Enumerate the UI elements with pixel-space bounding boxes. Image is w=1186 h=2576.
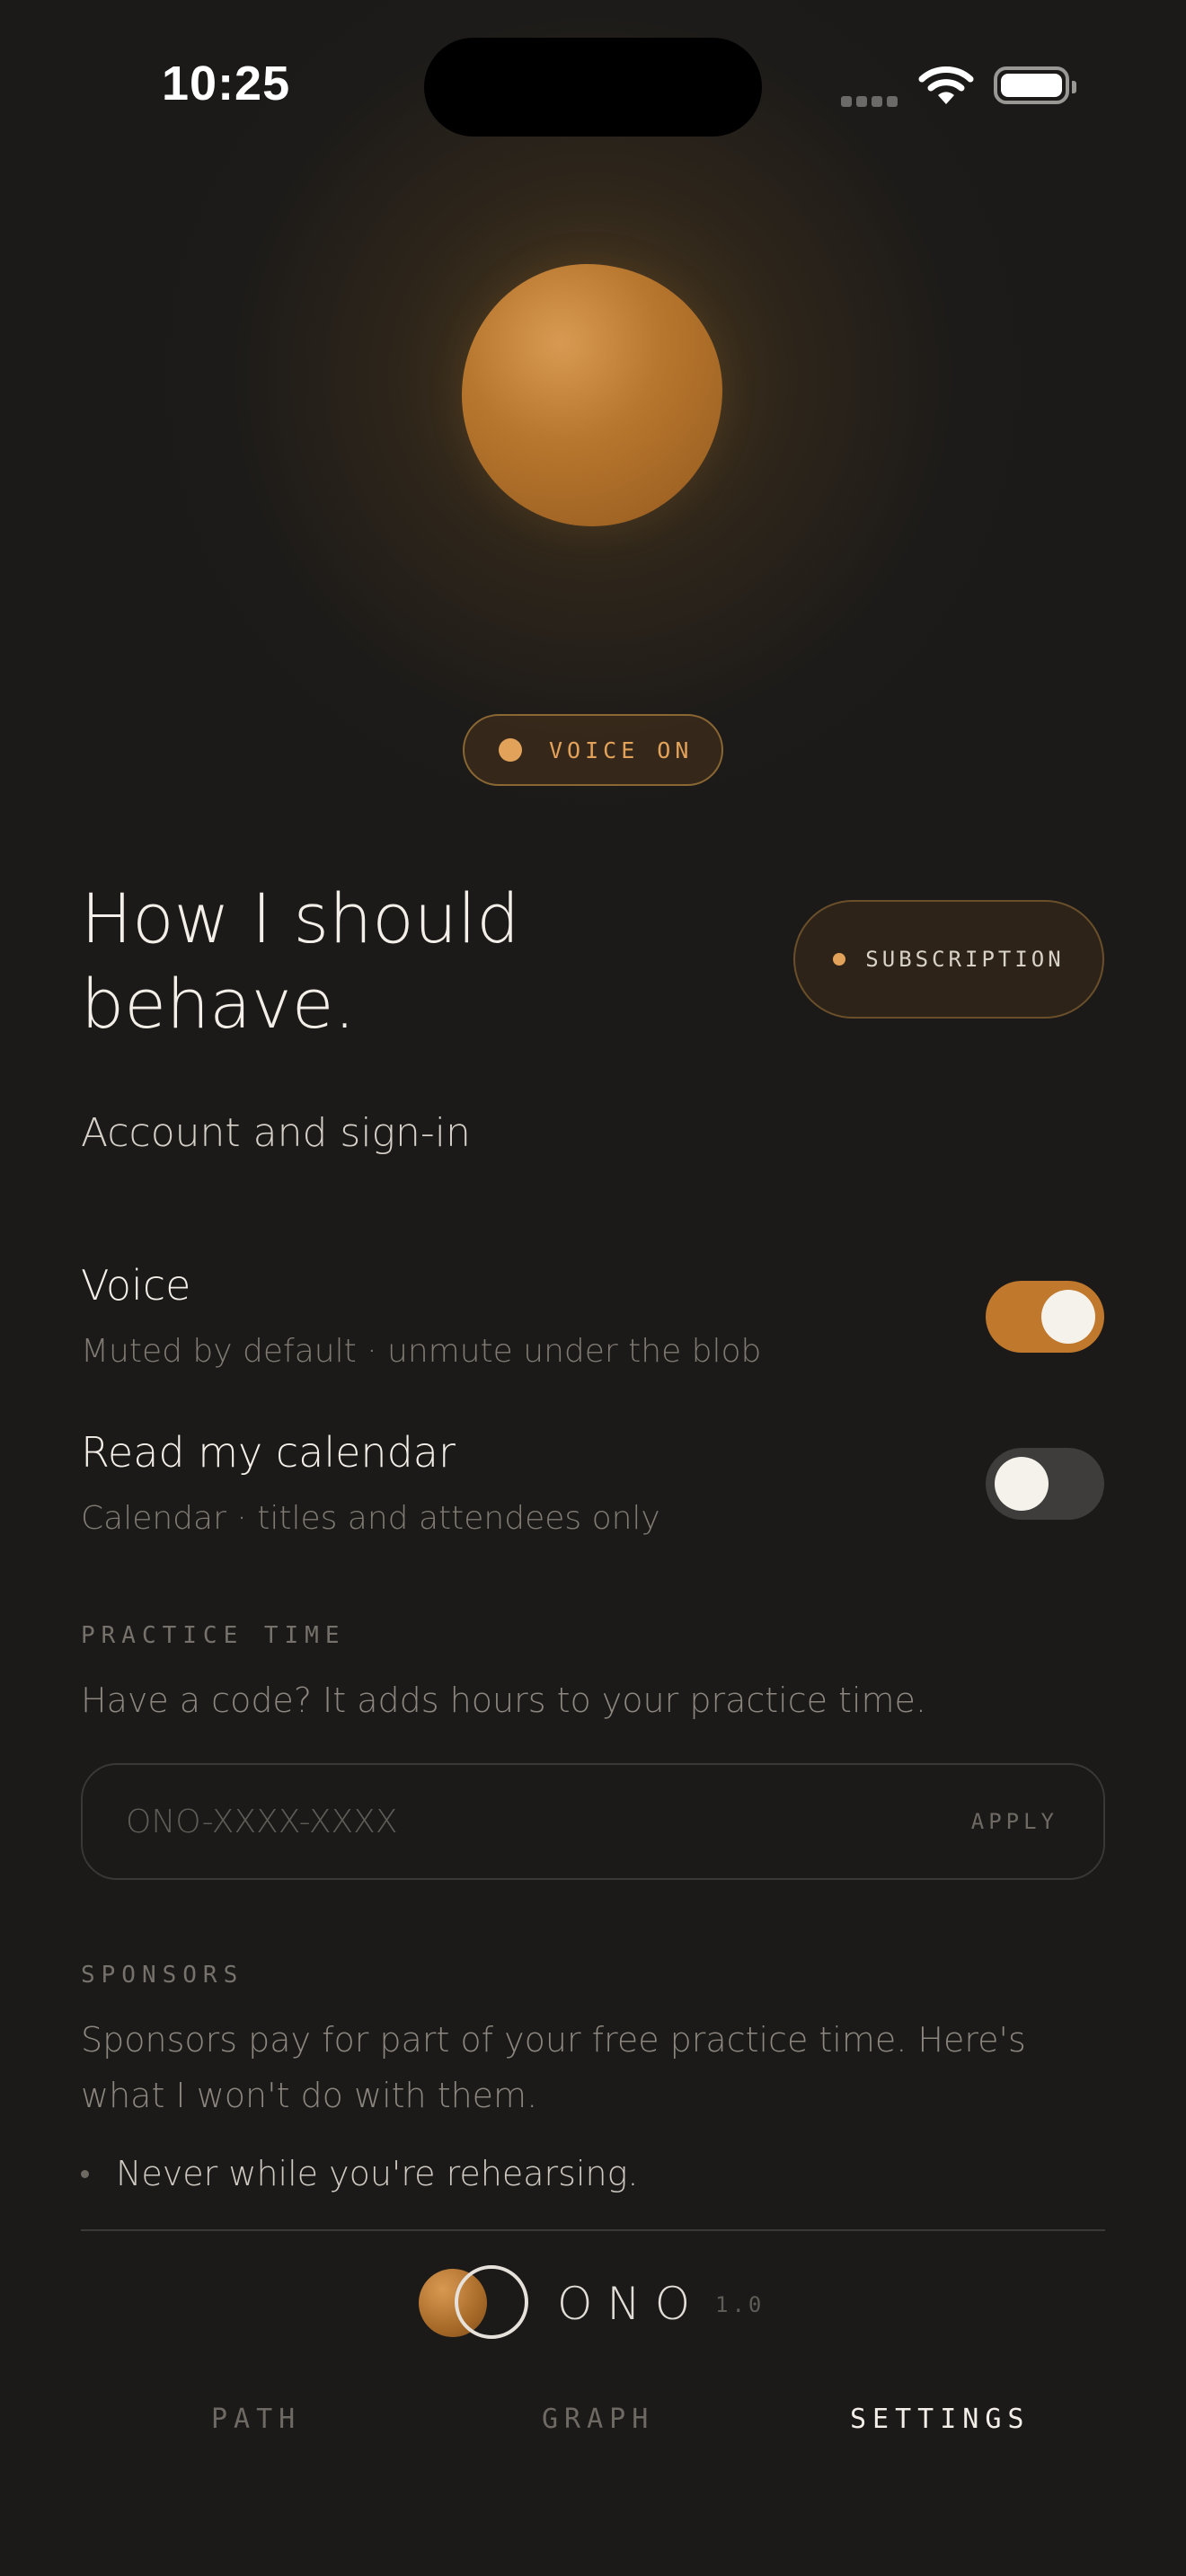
calendar-toggle[interactable]: [986, 1448, 1104, 1520]
ono-logo-icon: [419, 2265, 528, 2339]
voice-blob[interactable]: [462, 264, 722, 526]
brand-name: ONO: [557, 2278, 705, 2330]
sponsors-heading: SPONSORS: [81, 1962, 244, 1989]
tab-path[interactable]: PATH: [211, 2404, 301, 2435]
status-time: 10:25: [162, 57, 291, 110]
voice-dot-icon: [499, 738, 522, 762]
apply-code-button[interactable]: APPLY: [971, 1809, 1058, 1834]
practice-time-description: Have a code? It adds hours to your pract…: [81, 1681, 926, 1720]
sponsors-description: Sponsors pay for part of your free pract…: [81, 2020, 1026, 2115]
toggle-knob: [1041, 1290, 1095, 1344]
wifi-icon: [918, 65, 974, 110]
practice-code-field: APPLY: [81, 1763, 1105, 1880]
app-version: 1.0: [715, 2292, 766, 2317]
page-title: How I should behave.: [81, 878, 520, 1044]
toggle-knob: [995, 1457, 1049, 1511]
cellular-signal-icon: [841, 93, 902, 110]
tab-graph[interactable]: GRAPH: [542, 2404, 654, 2435]
subscription-label: SUBSCRIPTION: [865, 947, 1065, 972]
voice-status-label: VOICE ON: [549, 737, 694, 763]
subscription-dot-icon: [833, 953, 846, 966]
dynamic-island: [424, 38, 762, 137]
tab-settings[interactable]: SETTINGS: [850, 2404, 1031, 2435]
list-item: Never while you're rehearsing.: [81, 2154, 639, 2193]
practice-time-heading: PRACTICE TIME: [81, 1622, 346, 1649]
voice-toggle[interactable]: [986, 1281, 1104, 1353]
subscription-button[interactable]: SUBSCRIPTION: [793, 900, 1104, 1019]
account-sign-in-link[interactable]: Account and sign-in: [81, 1110, 471, 1156]
voice-setting-title: Voice: [81, 1261, 191, 1310]
voice-setting-subtitle: Muted by default · unmute under the blob: [81, 1333, 762, 1370]
practice-code-input[interactable]: [124, 1802, 971, 1841]
sponsor-rule-text: Never while you're rehearsing.: [116, 2154, 639, 2193]
bullet-icon: [81, 2169, 89, 2178]
calendar-setting-subtitle: Calendar · titles and attendees only: [81, 1500, 660, 1537]
battery-icon: [994, 66, 1076, 104]
calendar-setting-title: Read my calendar: [81, 1428, 456, 1477]
voice-status-pill[interactable]: VOICE ON: [463, 714, 723, 786]
